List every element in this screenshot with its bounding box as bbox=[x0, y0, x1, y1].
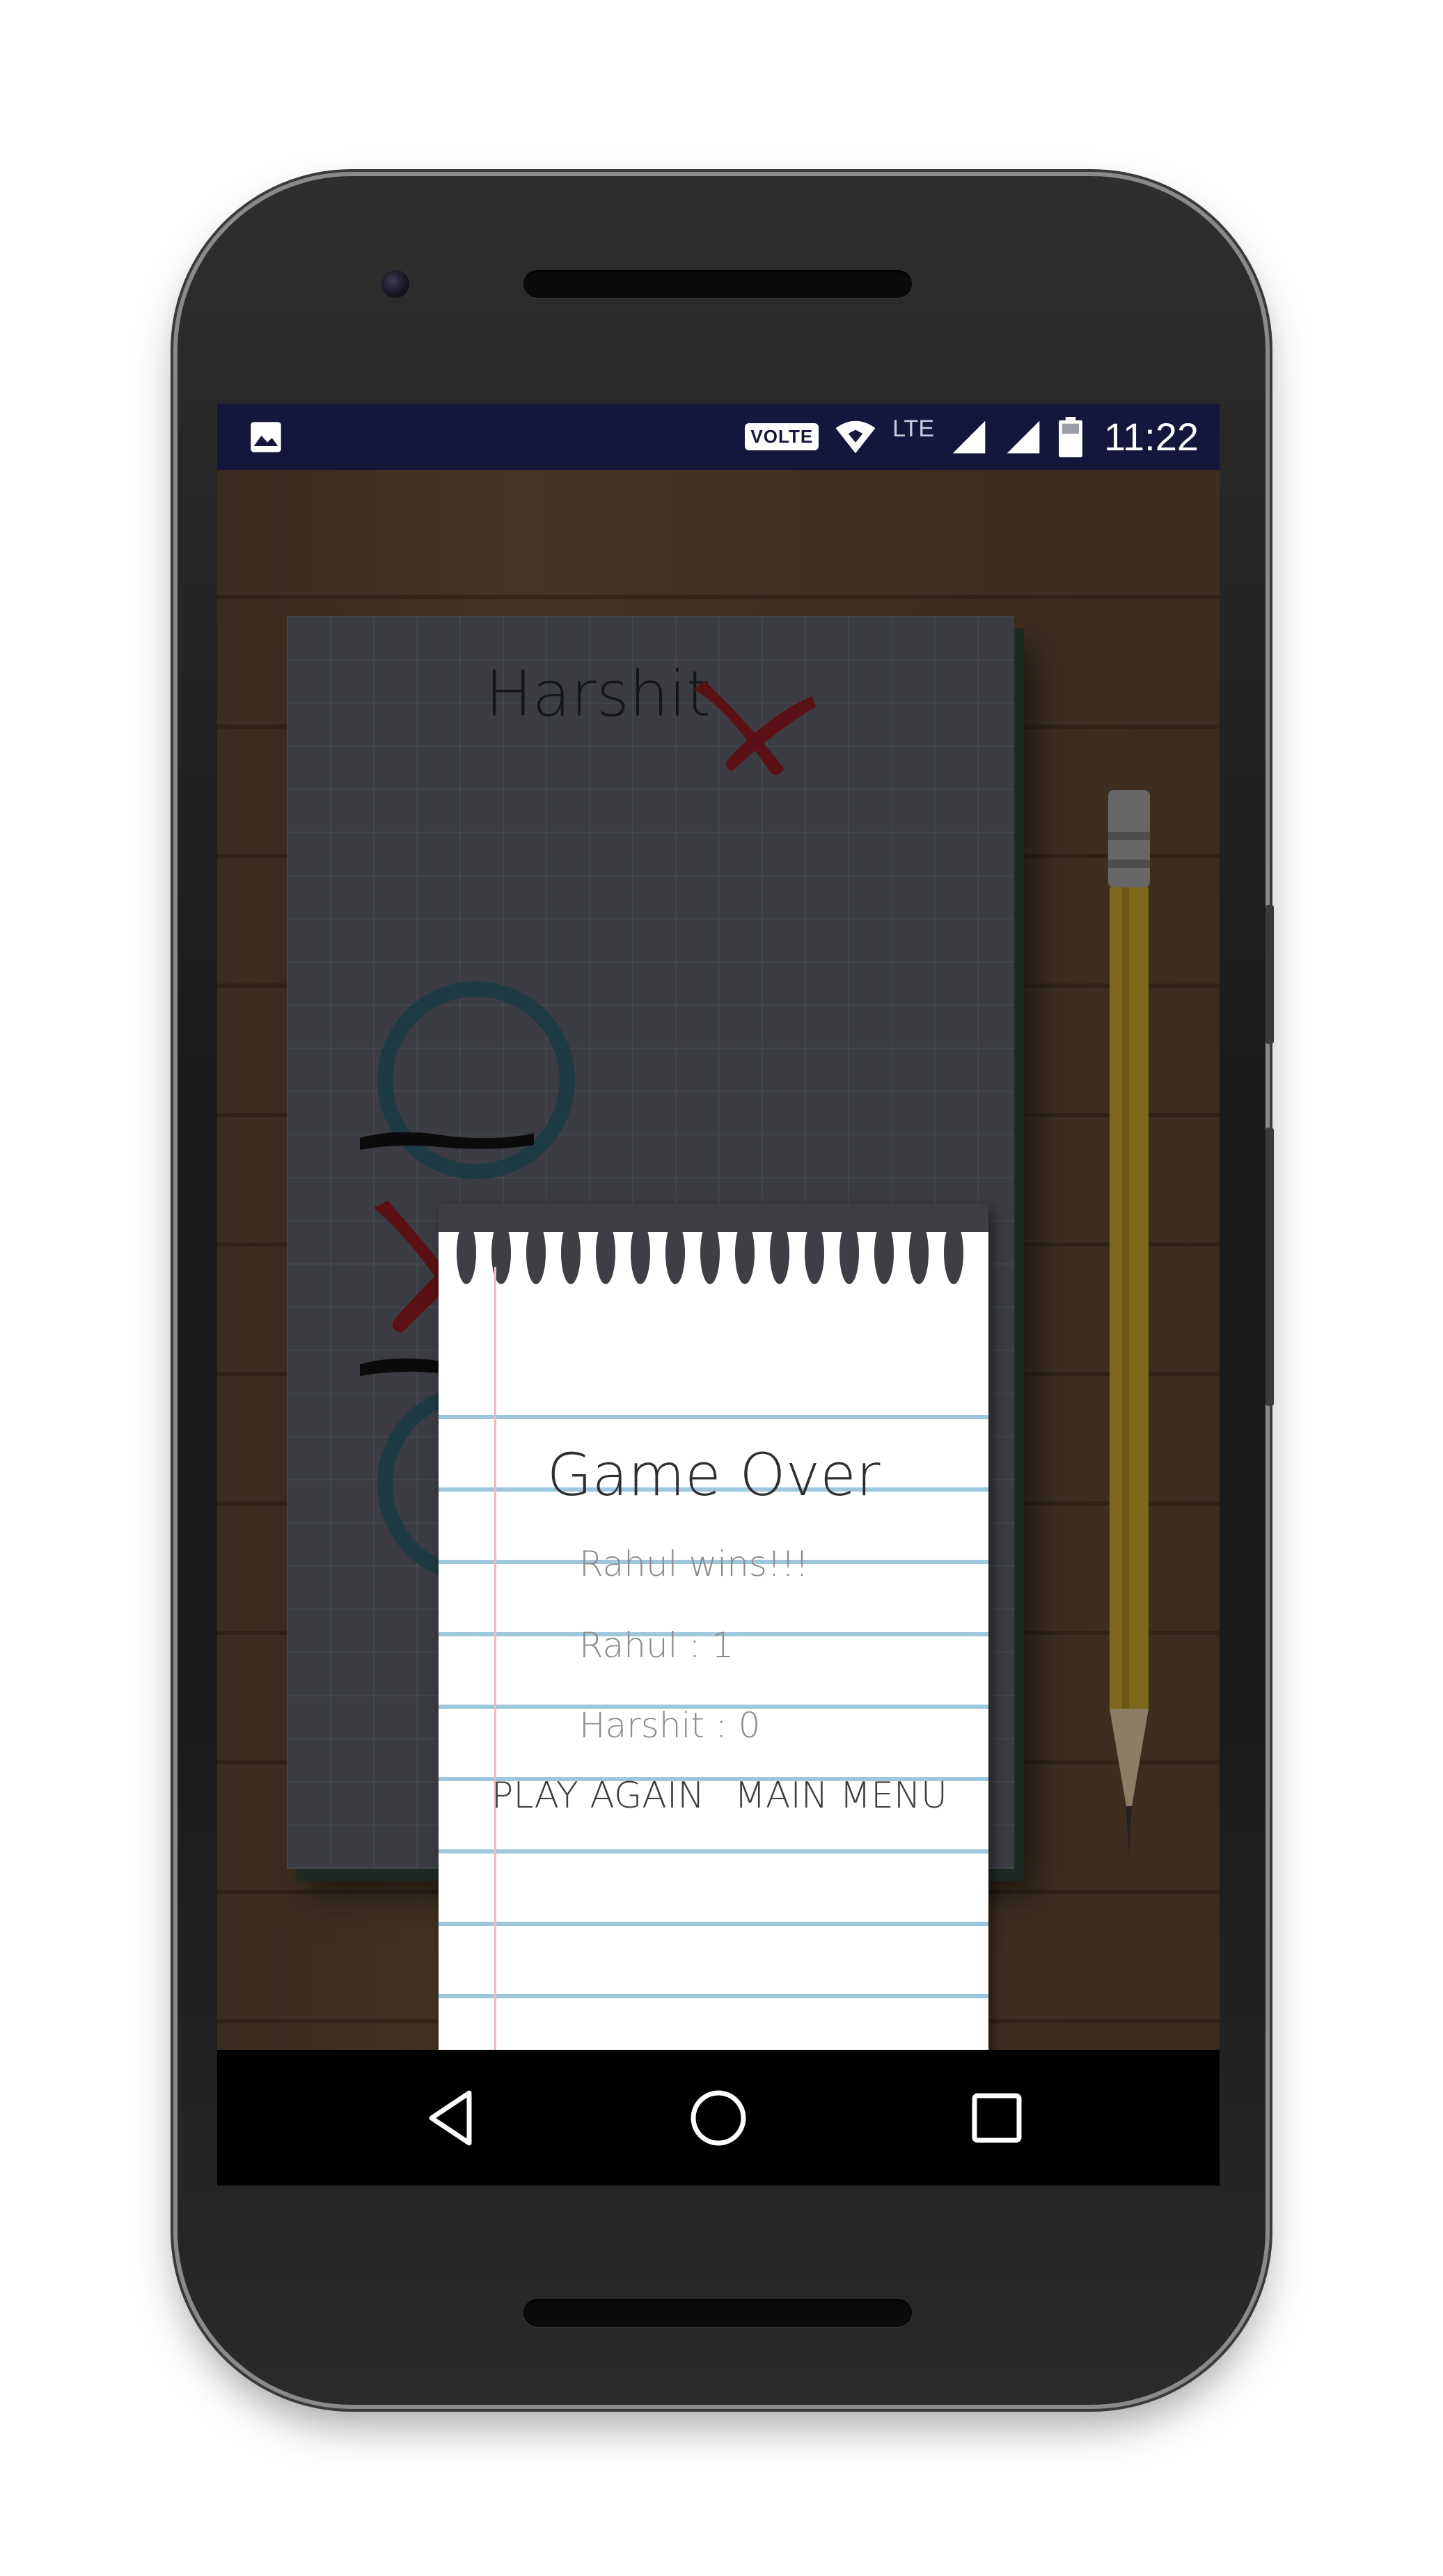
player2-score: Harshit : 0 bbox=[579, 1705, 761, 1746]
lte-icon: LTE bbox=[892, 416, 935, 442]
winner-text: Rahul wins!!! bbox=[579, 1544, 810, 1584]
volume-button bbox=[1265, 1128, 1274, 1406]
play-again-button[interactable]: PLAY AGAIN bbox=[491, 1775, 704, 1817]
current-player-name: Harshit bbox=[485, 658, 711, 731]
wifi-icon bbox=[835, 420, 876, 453]
dialog-title: Game Over bbox=[546, 1441, 881, 1509]
game-board-area: Harshit Game Over Rahul wins!!! Rahul: … bbox=[217, 470, 1220, 2123]
image-icon bbox=[251, 422, 281, 452]
x-mark-icon bbox=[694, 681, 816, 775]
signal-icon bbox=[952, 420, 986, 453]
home-icon[interactable] bbox=[684, 2083, 753, 2153]
battery-icon bbox=[1059, 416, 1082, 457]
torn-paper-edge bbox=[439, 1204, 988, 1284]
navigation-bar bbox=[217, 2050, 1220, 2186]
game-over-dialog: Game Over Rahul wins!!! Rahul : 1 Harshi… bbox=[439, 1204, 988, 2123]
recents-icon[interactable] bbox=[962, 2083, 1032, 2153]
margin-line bbox=[494, 1267, 496, 2123]
signal-icon bbox=[1007, 420, 1040, 453]
player1-score: Rahul : 1 bbox=[579, 1625, 734, 1666]
status-icons: VOLTE LTE 11:22 bbox=[745, 404, 1199, 470]
screen: VOLTE LTE 11:22 Harshit Game Over Rahul … bbox=[217, 404, 1220, 2186]
status-bar: VOLTE LTE 11:22 bbox=[217, 404, 1220, 470]
front-camera bbox=[381, 270, 409, 298]
volte-icon: VOLTE bbox=[745, 423, 819, 450]
bottom-speaker bbox=[523, 2299, 912, 2327]
pencil-icon bbox=[1108, 790, 1150, 1855]
power-button bbox=[1265, 905, 1274, 1044]
main-menu-button[interactable]: MAIN MENU bbox=[734, 1775, 947, 1817]
back-icon[interactable] bbox=[419, 2083, 489, 2153]
status-time: 11:22 bbox=[1104, 415, 1199, 459]
strike-mark-icon bbox=[360, 1132, 534, 1150]
earpiece-speaker bbox=[523, 270, 912, 298]
